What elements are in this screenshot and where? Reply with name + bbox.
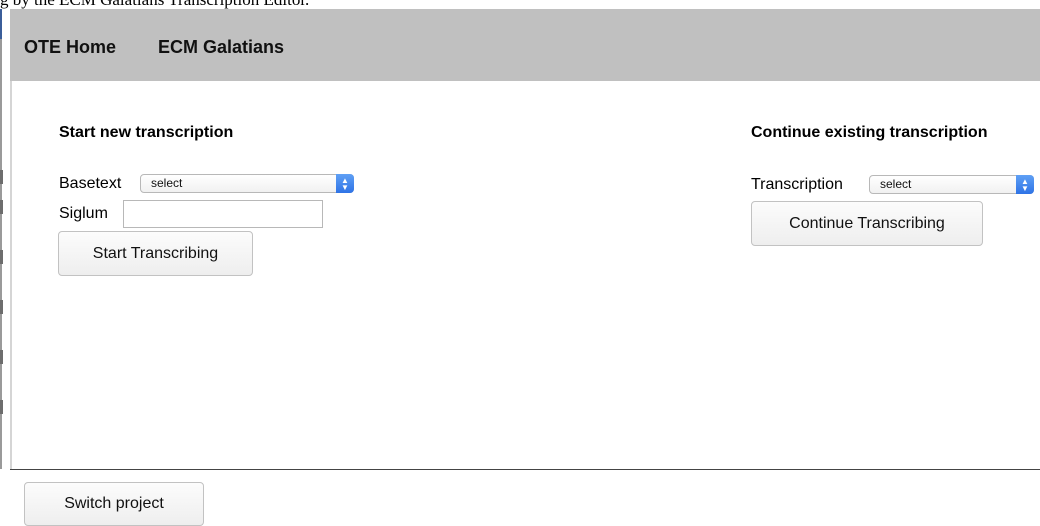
edge-tick [0,200,3,214]
basetext-label: Basetext [59,175,122,192]
edge-tick [0,300,3,314]
start-transcribing-button[interactable]: Start Transcribing [58,231,253,276]
transcription-select[interactable]: select ▲ ▼ [869,175,1034,194]
nav-ote-home[interactable]: OTE Home [24,37,116,58]
footer-divider [10,469,1040,470]
siglum-label: Siglum [59,205,108,222]
content-border [10,81,12,469]
top-navbar: OTE Home ECM Galatians [10,9,1040,81]
continue-section-heading: Continue existing transcription [751,124,988,141]
chevron-up-down-icon: ▲ ▼ [336,174,354,193]
transcription-label: Transcription [751,176,843,193]
edge-tick [0,400,3,414]
basetext-select[interactable]: select ▲ ▼ [140,174,354,193]
edge-tick [0,170,3,184]
continue-transcribing-button[interactable]: Continue Transcribing [751,201,983,246]
edge-tick [0,350,3,364]
nav-ecm-galatians[interactable]: ECM Galatians [158,37,284,58]
transcription-select-value: select [880,177,912,191]
basetext-select-value: select [151,176,183,190]
start-section-heading: Start new transcription [59,124,234,141]
switch-project-button[interactable]: Switch project [24,482,204,526]
window-edge-accent [0,9,2,39]
edge-tick [0,250,3,264]
chevron-up-down-icon: ▲ ▼ [1016,175,1034,194]
siglum-input[interactable] [123,200,323,228]
page-caption: g by the ECM Galatians Transcription Edi… [0,0,600,9]
